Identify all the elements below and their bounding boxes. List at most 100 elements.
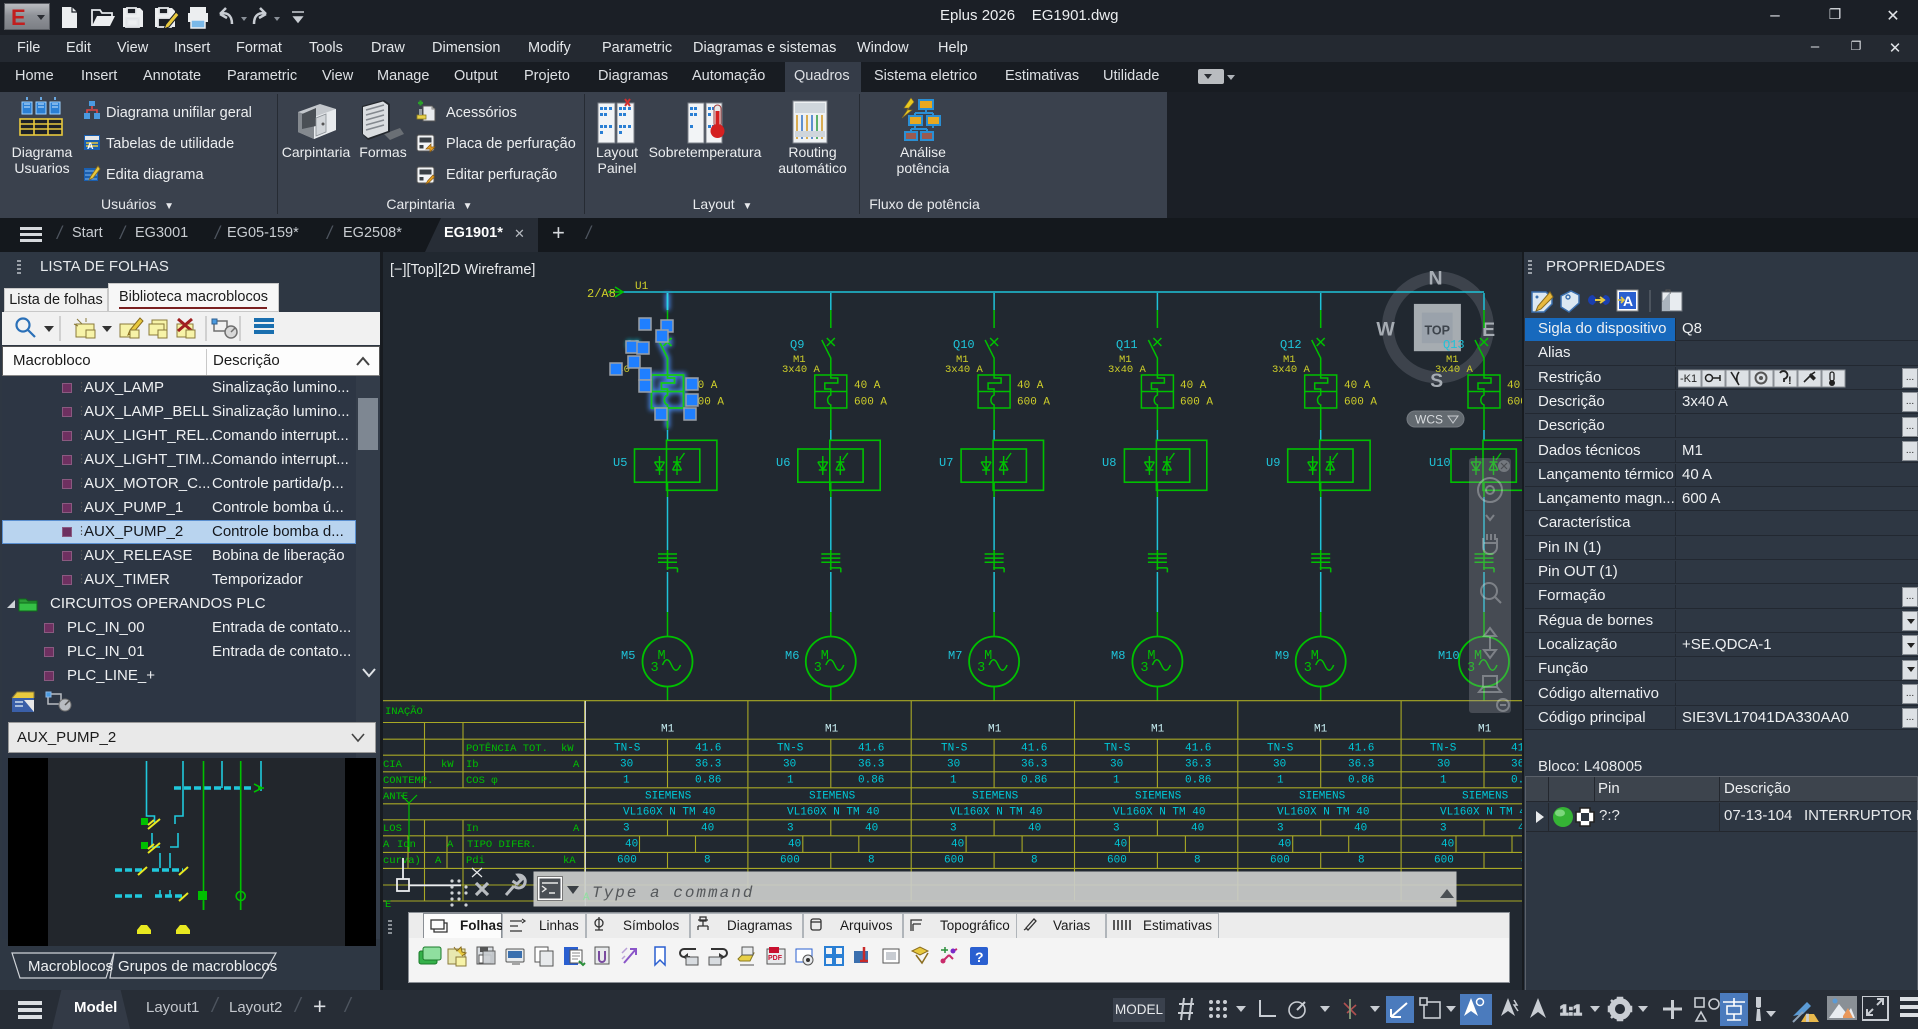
svg-text:Pdi: Pdi	[466, 855, 485, 867]
svg-text:3: 3	[1277, 823, 1284, 835]
svg-text:36.3: 36.3	[1511, 759, 1522, 771]
svg-text:Q11: Q11	[1116, 338, 1138, 352]
svg-text:M1: M1	[1314, 724, 1328, 736]
svg-text:M7: M7	[948, 649, 962, 663]
svg-text:30: 30	[620, 759, 633, 771]
svg-text:U1: U1	[635, 281, 649, 293]
svg-text:40: 40	[951, 839, 964, 851]
svg-text:Q9: Q9	[790, 338, 804, 352]
svg-text:40: 40	[701, 823, 714, 835]
svg-text:40: 40	[1028, 823, 1041, 835]
svg-text:3: 3	[950, 823, 957, 835]
svg-text:kA: kA	[563, 855, 576, 867]
svg-text:Type a command: Type a command	[592, 884, 754, 902]
svg-text:40 A: 40 A	[1180, 380, 1207, 392]
svg-text:36.3: 36.3	[1021, 759, 1047, 771]
svg-text:36.3: 36.3	[858, 759, 884, 771]
svg-text:U8: U8	[1102, 456, 1116, 470]
svg-text:TN-S: TN-S	[1104, 743, 1131, 755]
svg-text:40: 40	[1441, 839, 1454, 851]
svg-text:0.86: 0.86	[695, 775, 721, 787]
svg-text:600 A: 600 A	[1180, 397, 1213, 409]
svg-text:A: A	[383, 839, 390, 851]
svg-text:Q13: Q13	[1443, 338, 1465, 352]
svg-text:3: 3	[1113, 823, 1120, 835]
svg-text:8: 8	[1194, 855, 1201, 867]
svg-text:!: !	[1806, 1013, 1809, 1023]
svg-text:M1: M1	[1478, 724, 1492, 736]
svg-text:30: 30	[1437, 759, 1450, 771]
svg-text:8: 8	[704, 855, 711, 867]
svg-text:600: 600	[944, 855, 964, 867]
svg-text:36.3: 36.3	[1348, 759, 1374, 771]
svg-text:30: 30	[947, 759, 960, 771]
svg-text:U7: U7	[939, 456, 953, 470]
svg-text:3x40 A: 3x40 A	[1272, 364, 1311, 376]
svg-text:Q12: Q12	[1280, 338, 1302, 352]
svg-text:3x40 A: 3x40 A	[1108, 364, 1147, 376]
svg-text:TN-S: TN-S	[1267, 743, 1294, 755]
svg-text:1:1: 1:1	[1560, 1002, 1582, 1019]
svg-text:600: 600	[1107, 855, 1127, 867]
svg-text:1: 1	[787, 775, 794, 787]
svg-text:U10: U10	[1429, 456, 1451, 470]
svg-text:1: 1	[623, 775, 630, 787]
svg-text:41.6: 41.6	[695, 743, 721, 755]
svg-text:A: A	[573, 759, 580, 771]
svg-text:40 A: 40 A	[854, 380, 881, 392]
svg-text:600 A: 600 A	[854, 397, 887, 409]
svg-text:SIEMENS: SIEMENS	[972, 791, 1019, 803]
svg-text:40: 40	[1191, 823, 1204, 835]
svg-text:N: N	[1429, 267, 1443, 289]
svg-text:41.6: 41.6	[1021, 743, 1047, 755]
svg-text:SIEMENS: SIEMENS	[1135, 791, 1182, 803]
svg-text:M6: M6	[785, 649, 799, 663]
svg-text:A: A	[1623, 293, 1633, 309]
svg-text:0.86: 0.86	[1348, 775, 1374, 787]
svg-text:VL160X N TM 40: VL160X N TM 40	[1277, 807, 1369, 819]
svg-text:VL160X N TM 40: VL160X N TM 40	[787, 807, 879, 819]
svg-text:40: 40	[1354, 823, 1367, 835]
svg-text:SIEMENS: SIEMENS	[645, 791, 692, 803]
svg-text:[−][Top][2D Wireframe]: [−][Top][2D Wireframe]	[390, 262, 535, 278]
svg-text:VL160X N TM 40: VL160X N TM 40	[1440, 807, 1522, 819]
svg-text:40 A: 40 A	[1344, 380, 1371, 392]
svg-text:kW: kW	[561, 743, 574, 755]
svg-text:0.86: 0.86	[1511, 775, 1522, 787]
svg-text:41.6: 41.6	[1185, 743, 1211, 755]
svg-text:30: 30	[783, 759, 796, 771]
svg-text:E: E	[385, 899, 391, 911]
svg-text:M10: M10	[1438, 649, 1460, 663]
svg-text:U6: U6	[776, 456, 790, 470]
svg-text:40: 40	[625, 839, 638, 851]
svg-text:LOS: LOS	[383, 823, 402, 835]
svg-text:CONTEMP.: CONTEMP.	[383, 775, 433, 787]
svg-text:TIPO DIFER.: TIPO DIFER.	[467, 839, 536, 851]
svg-text:3: 3	[623, 823, 630, 835]
svg-text:A: A	[87, 141, 94, 151]
svg-text:Macroblocos: Macroblocos	[28, 958, 113, 975]
svg-text:0.86: 0.86	[1185, 775, 1211, 787]
svg-text:600 A: 600 A	[1344, 397, 1377, 409]
svg-text:40 A: 40 A	[1507, 380, 1522, 392]
svg-text:TN-S: TN-S	[1430, 743, 1457, 755]
svg-text:POTÊNCIA TOT.: POTÊNCIA TOT.	[466, 741, 548, 755]
svg-text:Q10: Q10	[953, 338, 975, 352]
svg-text:36.3: 36.3	[1185, 759, 1211, 771]
svg-text:INAÇÃO: INAÇÃO	[385, 705, 423, 718]
svg-text:TOP: TOP	[1424, 323, 1449, 337]
svg-text:600: 600	[617, 855, 637, 867]
svg-text:M9: M9	[1275, 649, 1289, 663]
svg-text:kW: kW	[441, 759, 454, 771]
svg-text:Grupos de macroblocos: Grupos de macroblocos	[118, 958, 277, 975]
svg-text:8: 8	[868, 855, 875, 867]
svg-text:8: 8	[1358, 855, 1365, 867]
svg-text:41.6: 41.6	[1348, 743, 1374, 755]
svg-text:3x40 A: 3x40 A	[1435, 364, 1474, 376]
svg-text:A: A	[435, 855, 442, 867]
svg-text:3x40 A: 3x40 A	[945, 364, 984, 376]
svg-text:In: In	[466, 823, 479, 835]
svg-text:curva): curva)	[383, 855, 421, 867]
svg-text:W: W	[1376, 319, 1395, 341]
svg-text:1: 1	[1113, 775, 1120, 787]
